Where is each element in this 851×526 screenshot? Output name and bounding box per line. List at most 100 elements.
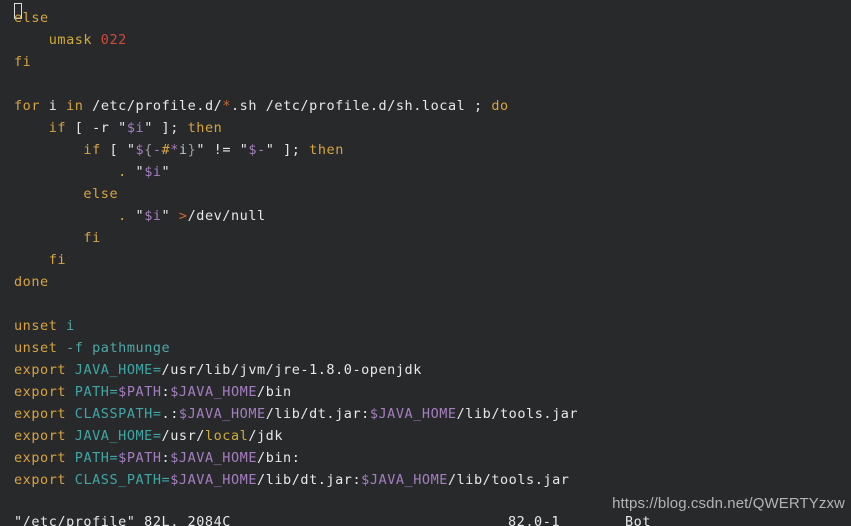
- code-token: JAVA_HOME=: [74, 428, 162, 444]
- blog-watermark: https://blog.csdn.net/QWERTYzxw: [612, 495, 845, 512]
- code-token: PATH=: [74, 384, 119, 400]
- code-token: ": [109, 120, 127, 136]
- code-token: fi: [48, 252, 67, 268]
- code-token: $JAVA_HOME: [170, 472, 258, 488]
- code-token: done: [14, 274, 49, 290]
- code-token: " ];: [265, 142, 301, 158]
- code-token: -r: [92, 120, 110, 136]
- code-line: export JAVA_HOME=/usr/lib/jvm/jre-1.8.0-…: [0, 359, 851, 381]
- code-token: [ ": [100, 142, 136, 158]
- code-token: $PATH: [118, 450, 162, 466]
- code-token: 022: [100, 32, 127, 48]
- code-token: $i: [144, 164, 162, 180]
- code-token: .: [118, 208, 127, 224]
- code-token: umask: [48, 32, 93, 48]
- code-token: /bin: [257, 384, 292, 400]
- code-token: /jdk: [248, 428, 284, 444]
- code-token: :: [161, 384, 171, 400]
- code-line: else: [0, 183, 851, 205]
- terminal-window[interactable]: else umask 022 fi for i in /etc/profile.d…: [0, 0, 851, 526]
- code-token: }: [187, 142, 197, 158]
- code-token: JAVA_HOME=: [74, 362, 162, 378]
- code-token: :: [161, 450, 171, 466]
- code-line: unset i: [0, 315, 851, 337]
- code-token: then: [187, 120, 223, 136]
- code-line: for i in /etc/profile.d/*.sh /etc/profil…: [0, 95, 851, 117]
- code-token: [: [66, 120, 93, 136]
- code-line: . "$i": [0, 161, 851, 183]
- code-token: fi: [83, 230, 101, 246]
- code-token: /usr/lib/jvm/jre-1.8.0-openjdk: [161, 362, 422, 378]
- code-token: export: [14, 362, 67, 378]
- code-token: -f: [66, 340, 84, 356]
- code-line: fi: [0, 51, 851, 73]
- code-token: i: [178, 142, 188, 158]
- code-line: export PATH=$PATH:$JAVA_HOME/bin:: [0, 447, 851, 469]
- status-line: "/etc/profile" 82L, 2084C 82,0-1 Bot: [0, 514, 851, 526]
- code-token: /lib/tools.jar: [456, 406, 579, 422]
- code-token: for: [14, 98, 41, 114]
- status-filename: "/etc/profile" 82L, 2084C: [14, 514, 231, 526]
- code-token: export: [14, 472, 67, 488]
- code-token: #: [161, 142, 171, 158]
- code-token: in: [66, 98, 84, 114]
- code-line: export CLASS_PATH=$JAVA_HOME/lib/dt.jar:…: [0, 469, 851, 491]
- code-token: i: [66, 318, 75, 334]
- code-token: then: [309, 142, 344, 158]
- status-scroll-percent: Bot: [625, 514, 652, 526]
- code-token: {: [144, 142, 153, 158]
- code-line: fi: [0, 227, 851, 249]
- code-token: $PATH: [118, 384, 162, 400]
- code-line: fi: [0, 249, 851, 271]
- code-token: else: [83, 186, 119, 202]
- code-token: PATH=: [74, 450, 119, 466]
- code-token: $JAVA_HOME: [170, 450, 258, 466]
- code-token: unset: [14, 340, 58, 356]
- code-token: /dev/null: [187, 208, 266, 224]
- code-token: /lib/dt.jar:: [257, 472, 362, 488]
- code-token: /bin:: [257, 450, 301, 466]
- code-token: $i: [126, 120, 145, 136]
- code-token: $JAVA_HOME: [170, 384, 258, 400]
- code-token: .: [118, 164, 127, 180]
- code-token: $JAVA_HOME: [369, 406, 457, 422]
- code-token: ": [161, 164, 171, 180]
- code-token: .:: [161, 406, 179, 422]
- editor-buffer[interactable]: else umask 022 fi for i in /etc/profile.d…: [0, 0, 851, 491]
- code-line: . "$i" >/dev/null: [0, 205, 851, 227]
- code-line: done: [0, 271, 851, 293]
- code-token: $JAVA_HOME: [178, 406, 266, 422]
- code-token: export: [14, 406, 67, 422]
- code-token: /lib/tools.jar: [447, 472, 570, 488]
- code-token: unset: [14, 318, 58, 334]
- code-token: /lib/dt.jar:: [265, 406, 370, 422]
- code-token: CLASSPATH=: [74, 406, 162, 422]
- code-token: export: [14, 384, 67, 400]
- code-line: umask 022: [0, 29, 851, 51]
- code-token: local: [204, 428, 249, 444]
- code-token: $: [135, 142, 145, 158]
- code-token: *: [170, 142, 179, 158]
- code-token: $i: [144, 208, 162, 224]
- code-token: pathmunge: [92, 340, 171, 356]
- code-line: export CLASSPATH=.:$JAVA_HOME/lib/dt.jar…: [0, 403, 851, 425]
- code-token: >: [178, 208, 188, 224]
- code-token: else: [14, 10, 49, 26]
- code-token: export: [14, 450, 67, 466]
- code-token: export: [14, 428, 67, 444]
- code-line: export PATH=$PATH:$JAVA_HOME/bin: [0, 381, 851, 403]
- code-token: ": [126, 164, 145, 180]
- code-token: fi: [14, 54, 32, 70]
- code-line: else: [0, 7, 851, 29]
